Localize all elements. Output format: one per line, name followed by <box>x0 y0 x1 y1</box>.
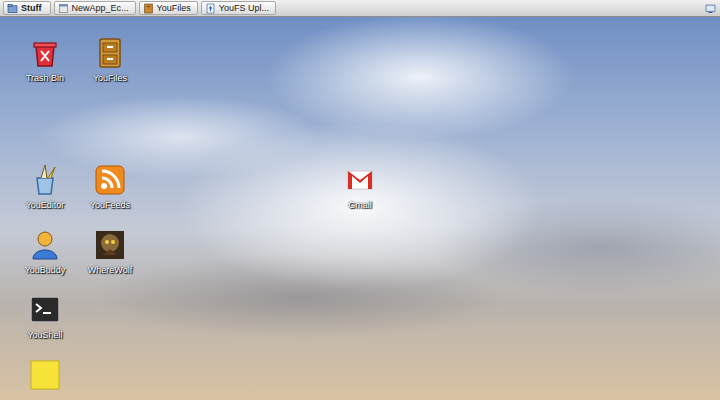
taskbar-tab[interactable]: YouFiles <box>139 1 198 15</box>
file-cabinet-icon <box>143 3 154 14</box>
werewolf-icon <box>94 229 126 261</box>
upload-icon <box>205 3 216 14</box>
sticky-note-icon <box>29 359 61 391</box>
gmail-icon <box>344 164 376 196</box>
desktop-icon[interactable]: Gmail <box>325 164 395 210</box>
rss-feed-icon <box>94 164 126 196</box>
taskbar-tab[interactable]: YouFS Upl... <box>201 1 276 15</box>
window-icon <box>58 3 69 14</box>
taskbar-spacer <box>279 1 702 15</box>
taskbar-tab[interactable]: NewApp_Ec... <box>54 1 136 15</box>
file-cabinet-icon <box>94 37 126 69</box>
desktop-icon[interactable]: Trash Bin <box>10 37 80 83</box>
show-desktop-button[interactable] <box>705 1 716 15</box>
folder-icon <box>7 3 18 14</box>
desktop-icon[interactable]: YouEditor <box>10 164 80 210</box>
terminal-icon <box>29 294 61 326</box>
desktop-icon[interactable]: WhereWolf <box>75 229 145 275</box>
desktop-icon[interactable]: YouShell <box>10 294 80 340</box>
desktop: Trash BinYouFiles YouEditorYouFeeds YouBud… <box>0 17 720 400</box>
trash-bin-icon <box>29 37 61 69</box>
buddy-icon <box>29 229 61 261</box>
pen-cup-icon <box>29 164 61 196</box>
desktop-icon[interactable]: YouBuddy <box>10 229 80 275</box>
desktop-icon[interactable] <box>10 359 80 391</box>
desktop-icon[interactable]: YouFeeds <box>75 164 145 210</box>
desktop-icon[interactable]: YouFiles <box>75 37 145 83</box>
monitor-icon <box>705 3 716 14</box>
start-menu-button[interactable]: Stuff <box>3 1 51 15</box>
taskbar: StuffNewApp_Ec...YouFilesYouFS Upl... <box>0 0 720 17</box>
